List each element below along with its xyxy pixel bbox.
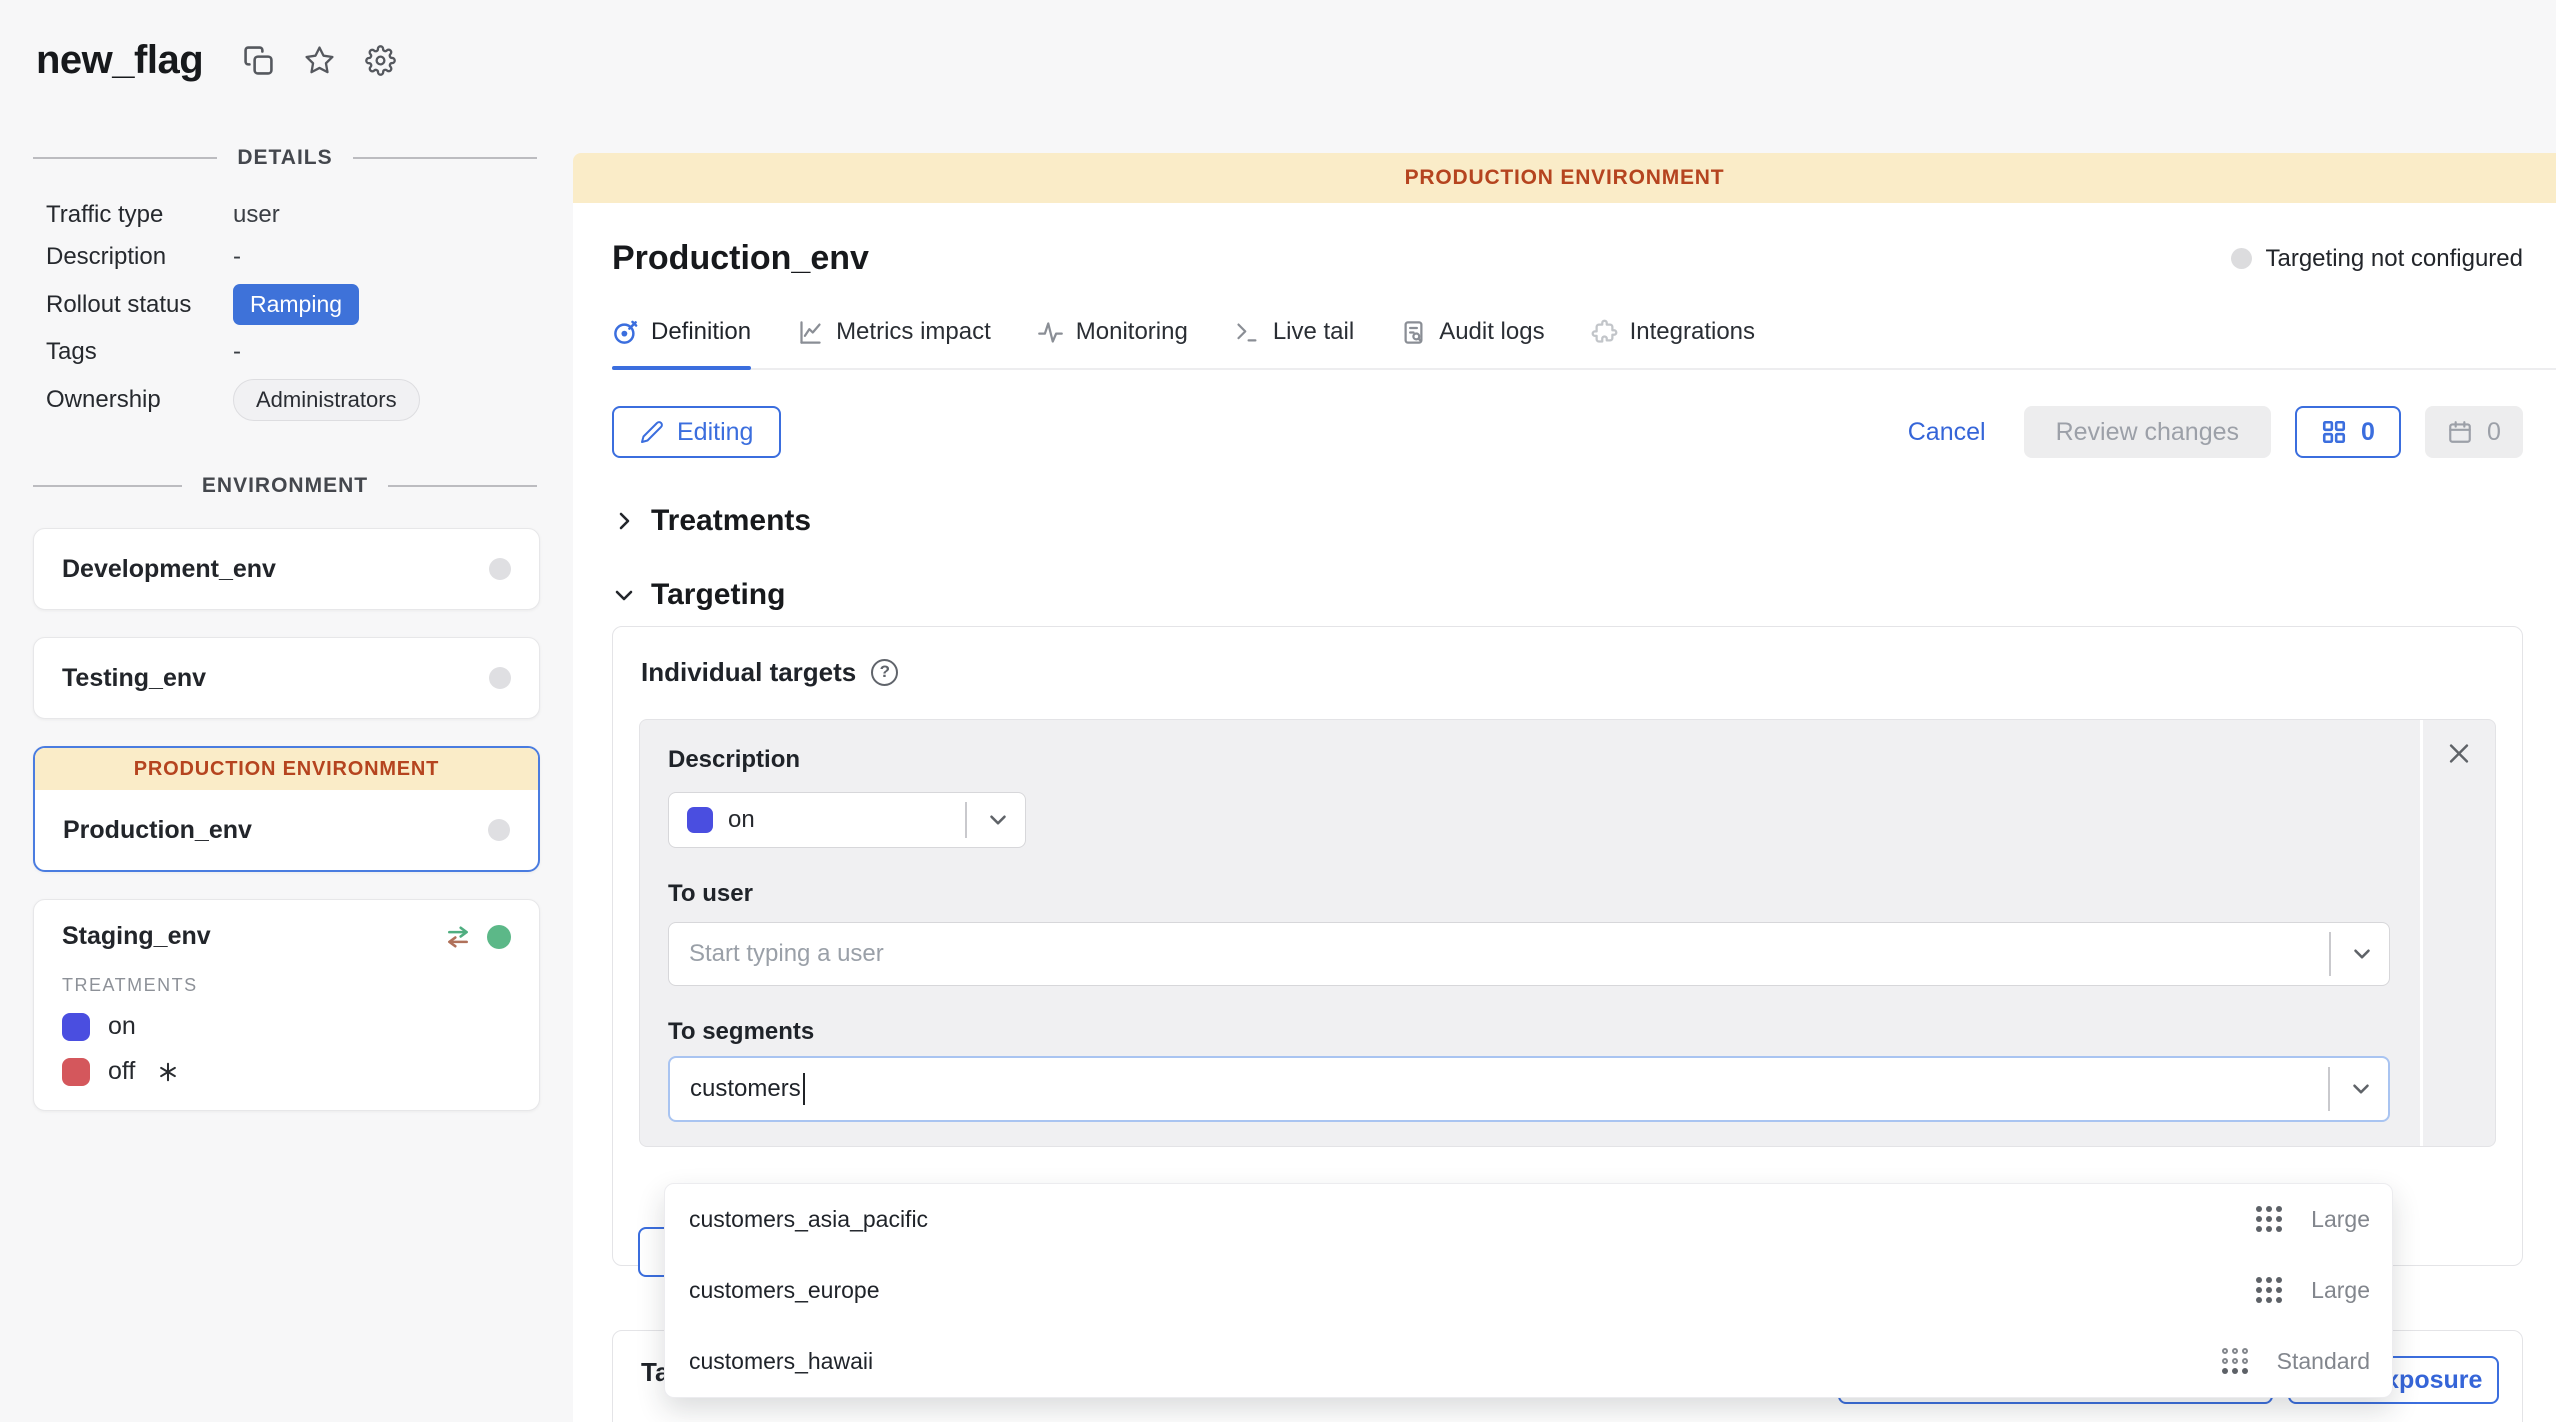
targeting-section-toggle[interactable]: Targeting [612, 578, 2523, 612]
tab-audit-logs[interactable]: Audit logs [1400, 318, 1544, 368]
change-count-button[interactable]: 0 [2295, 406, 2401, 458]
detail-row-description: Description - [46, 242, 537, 272]
treatments-heading: TREATMENTS [62, 975, 511, 996]
chevron-down-icon [2348, 1076, 2374, 1102]
environment-list: Development_env Testing_env PRODUCTION E… [33, 528, 540, 1138]
audit-logs-icon [1400, 319, 1427, 346]
text-caret [803, 1073, 805, 1105]
page-title-production-env: Production_env [612, 239, 869, 278]
env-card-production[interactable]: PRODUCTION ENVIRONMENT Production_env [33, 746, 540, 872]
monitoring-icon [1037, 319, 1064, 346]
targeting-status: Targeting not configured [2231, 245, 2523, 273]
details-heading-label: DETAILS [237, 146, 332, 170]
detail-row-rollout-status: Rollout status Ramping [46, 284, 537, 325]
divider [33, 157, 217, 159]
treatment-on-swatch [62, 1013, 90, 1041]
tab-metrics-impact[interactable]: Metrics impact [797, 318, 991, 368]
env-status-dot [488, 819, 510, 841]
detail-row-traffic-type: Traffic type user [46, 200, 537, 230]
environment-heading-label: ENVIRONMENT [202, 474, 368, 498]
to-user-label: To user [668, 880, 2390, 910]
cancel-link[interactable]: Cancel [1908, 418, 1986, 447]
detail-row-tags: Tags - [46, 337, 537, 367]
status-dot [2231, 248, 2252, 269]
detail-row-ownership: Ownership Administrators [46, 379, 537, 421]
details-section-heading: DETAILS [33, 146, 537, 170]
transfer-arrows-icon [443, 924, 473, 950]
segment-option-asia-pacific[interactable]: customers_asia_pacific Large [665, 1184, 2392, 1255]
pencil-icon [640, 420, 664, 444]
details-list: Traffic type user Description - Rollout … [46, 200, 537, 433]
divider [2329, 932, 2331, 976]
treatment-on-swatch [687, 807, 713, 833]
rule-close-column [2420, 720, 2495, 1146]
live-tail-icon [1234, 319, 1261, 346]
to-segments-input[interactable]: customers [668, 1056, 2390, 1122]
env-card-staging[interactable]: Staging_env TREATMENTS on [33, 899, 540, 1111]
segment-option-hawaii[interactable]: customers_hawaii Standard [665, 1326, 2392, 1397]
definition-icon [612, 319, 639, 346]
close-icon[interactable] [2446, 740, 2473, 767]
tab-live-tail[interactable]: Live tail [1234, 318, 1354, 368]
description-label: Description [668, 746, 2390, 776]
tab-definition[interactable]: Definition [612, 318, 751, 368]
chevron-right-icon [612, 509, 636, 533]
calendar-icon [2447, 419, 2473, 445]
divider [965, 802, 967, 838]
default-treatment-asterisk-icon [157, 1061, 179, 1083]
chevron-down-icon [985, 807, 1011, 833]
chevron-down-icon [2349, 941, 2375, 967]
help-icon[interactable]: ? [871, 659, 898, 686]
segment-size-large-icon [2256, 1206, 2283, 1233]
schedule-count-button[interactable]: 0 [2425, 406, 2523, 458]
segment-size-large-icon [2256, 1277, 2283, 1304]
main-panel: PRODUCTION ENVIRONMENT Production_env Ta… [573, 153, 2556, 1422]
to-segments-label: To segments [668, 1018, 2390, 1048]
integrations-icon [1591, 319, 1618, 346]
to-user-input[interactable]: Start typing a user [668, 922, 2390, 986]
env-active-dot [487, 925, 511, 949]
env-status-dot [489, 558, 511, 580]
divider [2328, 1067, 2330, 1111]
individual-target-rule: Description on To user Start typing a us… [639, 719, 2496, 1147]
production-environment-label: PRODUCTION ENVIRONMENT [35, 748, 538, 790]
env-card-testing[interactable]: Testing_env [33, 637, 540, 719]
sidebar: DETAILS Traffic type user Description - … [0, 0, 573, 1422]
metrics-impact-icon [797, 319, 824, 346]
environment-section-heading: ENVIRONMENT [33, 474, 537, 498]
segments-dropdown: customers_asia_pacific Large customers_e… [664, 1183, 2393, 1398]
tab-monitoring[interactable]: Monitoring [1037, 318, 1188, 368]
treatments-section-toggle[interactable]: Treatments [612, 504, 2523, 538]
segment-option-europe[interactable]: customers_europe Large [665, 1255, 2392, 1326]
divider [353, 157, 537, 159]
review-changes-button[interactable]: Review changes [2024, 406, 2271, 458]
editing-button[interactable]: Editing [612, 406, 781, 458]
ownership-pill[interactable]: Administrators [233, 379, 420, 421]
tab-integrations[interactable]: Integrations [1591, 318, 1755, 368]
grid-icon [2321, 419, 2347, 445]
production-environment-banner: PRODUCTION ENVIRONMENT [573, 153, 2556, 203]
individual-targets-card: Individual targets ? Description on To u… [612, 626, 2523, 1266]
treatment-off-row: off [62, 1057, 511, 1086]
divider [33, 485, 182, 487]
divider [388, 485, 537, 487]
treatment-on-row: on [62, 1012, 511, 1041]
env-card-development[interactable]: Development_env [33, 528, 540, 610]
rollout-status-badge: Ramping [233, 284, 359, 325]
env-status-dot [489, 667, 511, 689]
segment-size-standard-icon [2222, 1348, 2249, 1375]
chevron-down-icon [612, 583, 636, 607]
treatment-select[interactable]: on [668, 792, 1026, 848]
treatment-off-swatch [62, 1058, 90, 1086]
tab-bar: Definition Metrics impact Monitoring Liv… [612, 318, 2556, 370]
